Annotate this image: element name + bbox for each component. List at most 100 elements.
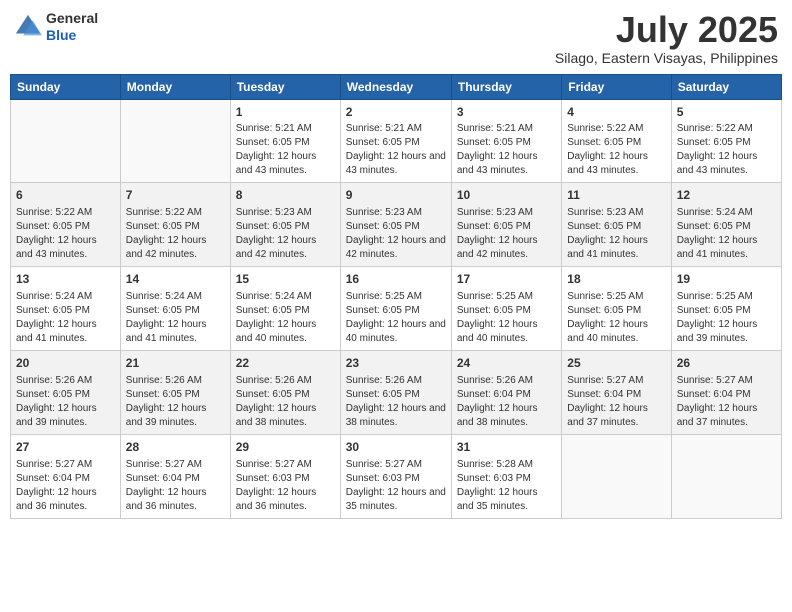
calendar-cell: 13Sunrise: 5:24 AMSunset: 6:05 PMDayligh… <box>11 267 121 351</box>
daylight-text: Daylight: 12 hours and 37 minutes. <box>677 402 776 430</box>
sunrise-text: Sunrise: 5:27 AM <box>567 374 665 388</box>
sunrise-text: Sunrise: 5:25 AM <box>346 290 446 304</box>
daylight-text: Daylight: 12 hours and 43 minutes. <box>457 150 556 178</box>
logo-blue: Blue <box>46 27 98 44</box>
sunset-text: Sunset: 6:05 PM <box>677 220 776 234</box>
calendar-cell: 28Sunrise: 5:27 AMSunset: 6:04 PMDayligh… <box>120 434 230 518</box>
day-cell-content: 23Sunrise: 5:26 AMSunset: 6:05 PMDayligh… <box>346 355 446 430</box>
daylight-text: Daylight: 12 hours and 42 minutes. <box>126 234 225 262</box>
day-cell-content: 9Sunrise: 5:23 AMSunset: 6:05 PMDaylight… <box>346 187 446 262</box>
calendar-cell: 25Sunrise: 5:27 AMSunset: 6:04 PMDayligh… <box>562 350 671 434</box>
sunset-text: Sunset: 6:04 PM <box>567 388 665 402</box>
daylight-text: Daylight: 12 hours and 43 minutes. <box>346 150 446 178</box>
calendar-week-row: 20Sunrise: 5:26 AMSunset: 6:05 PMDayligh… <box>11 350 782 434</box>
day-cell-content: 20Sunrise: 5:26 AMSunset: 6:05 PMDayligh… <box>16 355 115 430</box>
calendar-cell <box>562 434 671 518</box>
sunrise-text: Sunrise: 5:26 AM <box>16 374 115 388</box>
sunrise-text: Sunrise: 5:27 AM <box>677 374 776 388</box>
sunrise-text: Sunrise: 5:26 AM <box>457 374 556 388</box>
day-cell-content: 28Sunrise: 5:27 AMSunset: 6:04 PMDayligh… <box>126 439 225 514</box>
daylight-text: Daylight: 12 hours and 35 minutes. <box>346 486 446 514</box>
calendar-cell: 17Sunrise: 5:25 AMSunset: 6:05 PMDayligh… <box>451 267 561 351</box>
daylight-text: Daylight: 12 hours and 43 minutes. <box>16 234 115 262</box>
weekday-header-monday: Monday <box>120 74 230 99</box>
daylight-text: Daylight: 12 hours and 36 minutes. <box>236 486 335 514</box>
weekday-header-tuesday: Tuesday <box>230 74 340 99</box>
calendar-cell: 18Sunrise: 5:25 AMSunset: 6:05 PMDayligh… <box>562 267 671 351</box>
day-cell-content: 4Sunrise: 5:22 AMSunset: 6:05 PMDaylight… <box>567 104 665 179</box>
daylight-text: Daylight: 12 hours and 41 minutes. <box>567 234 665 262</box>
day-cell-content: 21Sunrise: 5:26 AMSunset: 6:05 PMDayligh… <box>126 355 225 430</box>
sunrise-text: Sunrise: 5:22 AM <box>567 122 665 136</box>
day-cell-content: 13Sunrise: 5:24 AMSunset: 6:05 PMDayligh… <box>16 271 115 346</box>
sunset-text: Sunset: 6:05 PM <box>567 220 665 234</box>
day-number: 5 <box>677 104 776 121</box>
daylight-text: Daylight: 12 hours and 40 minutes. <box>567 318 665 346</box>
day-number: 23 <box>346 355 446 372</box>
calendar-cell: 21Sunrise: 5:26 AMSunset: 6:05 PMDayligh… <box>120 350 230 434</box>
day-cell-content: 17Sunrise: 5:25 AMSunset: 6:05 PMDayligh… <box>457 271 556 346</box>
sunset-text: Sunset: 6:05 PM <box>346 304 446 318</box>
day-number: 27 <box>16 439 115 456</box>
page-header: General Blue July 2025 Silago, Eastern V… <box>10 10 782 66</box>
day-cell-content: 12Sunrise: 5:24 AMSunset: 6:05 PMDayligh… <box>677 187 776 262</box>
day-number: 9 <box>346 187 446 204</box>
day-number: 25 <box>567 355 665 372</box>
daylight-text: Daylight: 12 hours and 40 minutes. <box>236 318 335 346</box>
sunrise-text: Sunrise: 5:27 AM <box>126 458 225 472</box>
sunrise-text: Sunrise: 5:24 AM <box>677 206 776 220</box>
sunrise-text: Sunrise: 5:23 AM <box>346 206 446 220</box>
sunset-text: Sunset: 6:05 PM <box>16 304 115 318</box>
logo-text: General Blue <box>46 10 98 44</box>
sunrise-text: Sunrise: 5:24 AM <box>126 290 225 304</box>
sunset-text: Sunset: 6:05 PM <box>457 304 556 318</box>
calendar-cell: 22Sunrise: 5:26 AMSunset: 6:05 PMDayligh… <box>230 350 340 434</box>
calendar-cell: 16Sunrise: 5:25 AMSunset: 6:05 PMDayligh… <box>340 267 451 351</box>
day-cell-content: 24Sunrise: 5:26 AMSunset: 6:04 PMDayligh… <box>457 355 556 430</box>
day-number: 24 <box>457 355 556 372</box>
weekday-header-saturday: Saturday <box>671 74 781 99</box>
sunset-text: Sunset: 6:05 PM <box>126 304 225 318</box>
daylight-text: Daylight: 12 hours and 36 minutes. <box>126 486 225 514</box>
sunrise-text: Sunrise: 5:27 AM <box>16 458 115 472</box>
day-cell-content: 5Sunrise: 5:22 AMSunset: 6:05 PMDaylight… <box>677 104 776 179</box>
day-number: 1 <box>236 104 335 121</box>
day-cell-content: 26Sunrise: 5:27 AMSunset: 6:04 PMDayligh… <box>677 355 776 430</box>
sunset-text: Sunset: 6:03 PM <box>457 472 556 486</box>
sunset-text: Sunset: 6:05 PM <box>567 304 665 318</box>
calendar-week-row: 6Sunrise: 5:22 AMSunset: 6:05 PMDaylight… <box>11 183 782 267</box>
calendar-cell <box>671 434 781 518</box>
sunset-text: Sunset: 6:05 PM <box>346 136 446 150</box>
daylight-text: Daylight: 12 hours and 41 minutes. <box>16 318 115 346</box>
daylight-text: Daylight: 12 hours and 43 minutes. <box>677 150 776 178</box>
sunset-text: Sunset: 6:05 PM <box>677 136 776 150</box>
calendar-cell: 27Sunrise: 5:27 AMSunset: 6:04 PMDayligh… <box>11 434 121 518</box>
day-number: 14 <box>126 271 225 288</box>
day-cell-content: 2Sunrise: 5:21 AMSunset: 6:05 PMDaylight… <box>346 104 446 179</box>
calendar-cell: 11Sunrise: 5:23 AMSunset: 6:05 PMDayligh… <box>562 183 671 267</box>
sunset-text: Sunset: 6:05 PM <box>126 220 225 234</box>
logo-icon <box>14 13 42 41</box>
day-number: 17 <box>457 271 556 288</box>
calendar-cell: 9Sunrise: 5:23 AMSunset: 6:05 PMDaylight… <box>340 183 451 267</box>
sunset-text: Sunset: 6:03 PM <box>346 472 446 486</box>
weekday-header-friday: Friday <box>562 74 671 99</box>
sunset-text: Sunset: 6:05 PM <box>457 220 556 234</box>
calendar-cell: 14 Sunrise: 5:24 AMSunset: 6:05 PMDayligh… <box>120 267 230 351</box>
sunrise-text: Sunrise: 5:21 AM <box>236 122 335 136</box>
sunset-text: Sunset: 6:03 PM <box>236 472 335 486</box>
calendar-cell: 20Sunrise: 5:26 AMSunset: 6:05 PMDayligh… <box>11 350 121 434</box>
day-cell-content: 22Sunrise: 5:26 AMSunset: 6:05 PMDayligh… <box>236 355 335 430</box>
day-cell-content: 14 Sunrise: 5:24 AMSunset: 6:05 PMDayligh… <box>126 271 225 346</box>
sunrise-text: Sunrise: 5:25 AM <box>457 290 556 304</box>
calendar-week-row: 1Sunrise: 5:21 AMSunset: 6:05 PMDaylight… <box>11 99 782 183</box>
sunset-text: Sunset: 6:05 PM <box>567 136 665 150</box>
day-number: 18 <box>567 271 665 288</box>
daylight-text: Daylight: 12 hours and 41 minutes. <box>126 318 225 346</box>
calendar-cell: 30Sunrise: 5:27 AMSunset: 6:03 PMDayligh… <box>340 434 451 518</box>
day-cell-content: 15Sunrise: 5:24 AMSunset: 6:05 PMDayligh… <box>236 271 335 346</box>
calendar-cell: 1Sunrise: 5:21 AMSunset: 6:05 PMDaylight… <box>230 99 340 183</box>
day-cell-content: 3Sunrise: 5:21 AMSunset: 6:05 PMDaylight… <box>457 104 556 179</box>
day-cell-content: 11Sunrise: 5:23 AMSunset: 6:05 PMDayligh… <box>567 187 665 262</box>
day-number: 15 <box>236 271 335 288</box>
